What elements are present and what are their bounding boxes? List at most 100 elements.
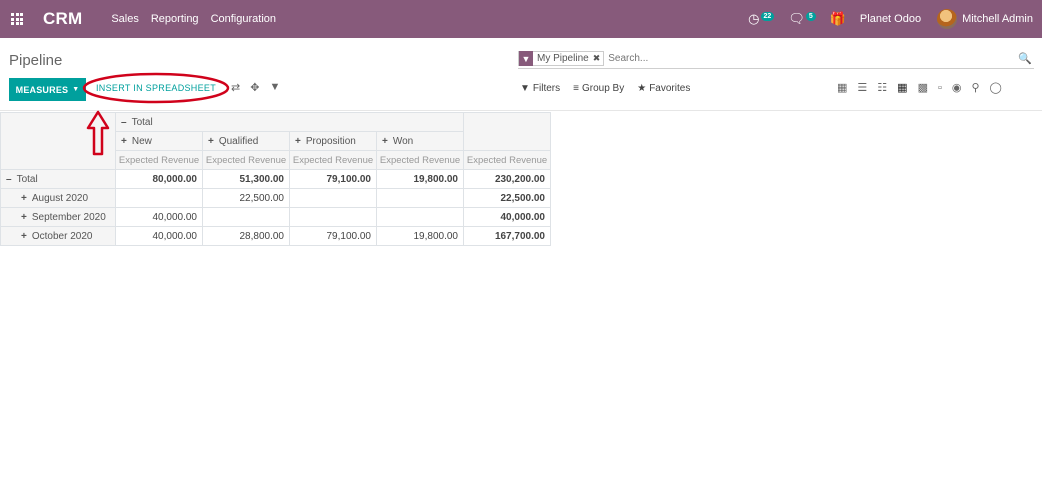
apps-menu-icon[interactable] — [11, 13, 23, 25]
expand-icon: + — [382, 135, 388, 147]
map-view-icon[interactable]: ⚲ — [971, 81, 979, 94]
pivot-cell[interactable]: 40,000.00 — [115, 207, 203, 227]
pivot-cell[interactable]: 28,800.00 — [202, 226, 290, 246]
control-panel-divider — [0, 110, 1042, 111]
groupby-label: Group By — [581, 83, 625, 94]
menu-reporting[interactable]: Reporting — [151, 13, 199, 25]
collapse-icon: – — [6, 173, 12, 185]
dashboard-view-icon[interactable]: ◉ — [952, 81, 962, 94]
list-view-icon[interactable]: ☰ — [857, 81, 867, 94]
row-label: Total — [16, 173, 38, 185]
search-bar: ▼ My Pipeline ✖ 🔍 — [518, 49, 1034, 69]
filters-label: Filters — [532, 83, 561, 94]
facet-label: My Pipeline — [537, 53, 589, 64]
user-menu[interactable]: Mitchell Admin — [962, 13, 1033, 25]
expand-all-icon[interactable]: ✥ — [250, 81, 259, 94]
download-icon[interactable]: ▼ — [269, 81, 280, 94]
breadcrumb-title: Pipeline — [9, 52, 63, 69]
measure-header[interactable]: Expected Revenue — [202, 150, 290, 170]
pivot-cell[interactable]: 22,500.00 — [202, 188, 290, 208]
gift-button[interactable]: 🎁 — [830, 11, 846, 27]
pivot-cell[interactable] — [289, 188, 377, 208]
cohort-view-icon[interactable]: ▫ — [938, 82, 942, 94]
pivot-corner — [0, 112, 116, 170]
measure-header[interactable]: Expected Revenue — [289, 150, 377, 170]
activities-badge: 22 — [760, 11, 775, 21]
search-icon[interactable]: 🔍 — [1018, 52, 1032, 65]
pivot-cell[interactable] — [376, 207, 464, 227]
measures-button[interactable]: MEASURES ▼ — [9, 78, 86, 101]
insert-in-spreadsheet-button[interactable]: INSERT IN SPREADSHEET — [96, 83, 216, 93]
measure-header[interactable]: Expected Revenue — [463, 150, 551, 170]
col-label-won: Won — [392, 135, 414, 147]
favorites-label: Favorites — [649, 83, 691, 94]
pivot-cell[interactable]: 51,300.00 — [202, 169, 290, 189]
calendar-view-icon[interactable]: ☷ — [877, 81, 887, 94]
pivot-cell[interactable] — [115, 188, 203, 208]
row-header-total[interactable]: – Total — [0, 169, 116, 189]
col-total-label: Total — [131, 116, 153, 128]
pivot-cell[interactable]: 79,100.00 — [289, 226, 377, 246]
menu-configuration[interactable]: Configuration — [211, 13, 276, 25]
expand-icon: + — [295, 135, 301, 147]
clock-icon: ◷ — [748, 11, 760, 26]
row-label: October 2020 — [31, 230, 93, 242]
col-label-new: New — [131, 135, 152, 147]
flip-axis-icon[interactable]: ⇄ — [231, 81, 240, 94]
messages-button[interactable]: 🗨 5 — [788, 11, 816, 27]
kanban-view-icon[interactable]: ▦ — [837, 81, 847, 94]
gift-icon: 🎁 — [829, 11, 846, 26]
measure-header[interactable]: Expected Revenue — [115, 150, 203, 170]
col-header-proposition[interactable]: + Proposition — [289, 131, 377, 151]
search-input[interactable] — [608, 53, 1019, 64]
measure-header[interactable]: Expected Revenue — [376, 150, 464, 170]
pivot-cell[interactable]: 19,800.00 — [376, 169, 464, 189]
app-brand[interactable]: CRM — [43, 9, 82, 29]
menu-sales[interactable]: Sales — [111, 13, 139, 25]
col-label-proposition: Proposition — [305, 135, 356, 147]
row-header-august[interactable]: + August 2020 — [0, 188, 116, 208]
pivot-cell[interactable]: 19,800.00 — [376, 226, 464, 246]
pivot-cell[interactable] — [376, 188, 464, 208]
pivot-total-cell[interactable]: 230,200.00 — [463, 169, 551, 189]
funnel-icon: ▼ — [520, 83, 530, 94]
facet-remove-icon[interactable]: ✖ — [593, 53, 601, 64]
col-header-new[interactable]: + New — [115, 131, 203, 151]
activity-view-icon[interactable]: ◯ — [990, 81, 1002, 94]
table-row: – Total 80,000.00 51,300.00 79,100.00 19,… — [0, 169, 551, 189]
user-avatar[interactable] — [937, 9, 958, 29]
expand-icon: + — [21, 230, 27, 242]
table-row: + September 2020 40,000.00 40,000.00 — [0, 207, 551, 227]
view-switcher: ▦ ☰ ☷ ▦ ▩ ▫ ◉ ⚲ ◯ — [837, 81, 1002, 95]
col-header-won[interactable]: + Won — [376, 131, 464, 151]
pivot-total-cell[interactable]: 40,000.00 — [463, 207, 551, 227]
pivot-total-cell[interactable]: 167,700.00 — [463, 226, 551, 246]
expand-icon: + — [121, 135, 127, 147]
expand-icon: + — [208, 135, 214, 147]
favorites-dropdown[interactable]: ★ Favorites — [637, 83, 690, 94]
pivot-cell[interactable]: 79,100.00 — [289, 169, 377, 189]
pivot-cell[interactable] — [202, 207, 290, 227]
pivot-view-icon[interactable]: ▦ — [897, 81, 907, 94]
table-row: + August 2020 22,500.00 22,500.00 — [0, 188, 551, 208]
col-label-qualified: Qualified — [218, 135, 259, 147]
systray: ◷ 22 🗨 5 🎁 Planet Odoo Mitchell Admin — [748, 0, 1042, 38]
row-header-october[interactable]: + October 2020 — [0, 226, 116, 246]
graph-view-icon[interactable]: ▩ — [918, 81, 928, 94]
pivot-tools: ⇄ ✥ ▼ — [231, 81, 280, 94]
col-header-qualified[interactable]: + Qualified — [202, 131, 290, 151]
company-switcher[interactable]: Planet Odoo — [860, 13, 921, 25]
pivot-cell[interactable]: 40,000.00 — [115, 226, 203, 246]
activities-button[interactable]: ◷ 22 — [748, 11, 775, 27]
row-header-september[interactable]: + September 2020 — [0, 207, 116, 227]
pivot-table: – Total + New + Qualified + Proposition + Won… — [0, 112, 551, 246]
col-header-total-spacer — [463, 112, 551, 151]
groupby-dropdown[interactable]: ≡ Group By — [573, 83, 624, 94]
pivot-cell[interactable] — [289, 207, 377, 227]
expand-icon: + — [21, 211, 27, 223]
col-header-total[interactable]: – Total — [115, 112, 464, 132]
pivot-cell[interactable]: 80,000.00 — [115, 169, 203, 189]
chat-icon: 🗨 — [788, 11, 805, 26]
filters-dropdown[interactable]: ▼ Filters — [520, 83, 560, 94]
pivot-total-cell[interactable]: 22,500.00 — [463, 188, 551, 208]
